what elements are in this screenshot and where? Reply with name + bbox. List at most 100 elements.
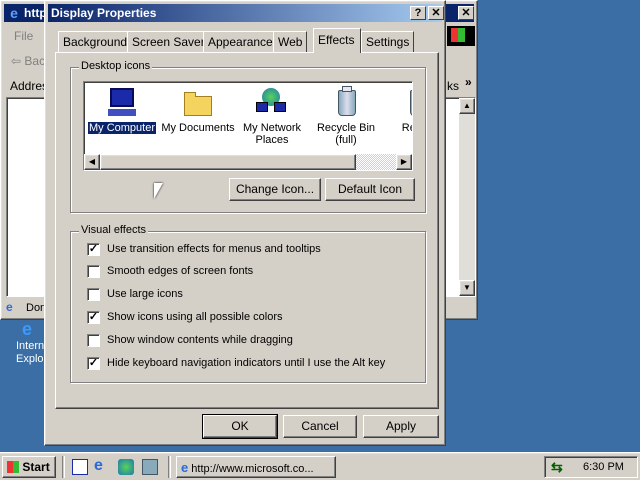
tab-web-label: Web (278, 35, 303, 49)
change-icon-button[interactable]: Change Icon... (229, 178, 321, 201)
checkbox[interactable] (87, 265, 100, 278)
ie-title-icon: e (10, 5, 18, 21)
icon-item-recycle-bin-full[interactable]: Recycle Bin (full) (308, 86, 384, 146)
mouse-cursor (154, 183, 163, 199)
icons-hscrollbar[interactable]: ◀ ▶ (84, 154, 412, 170)
apply-button[interactable]: Apply (363, 415, 439, 438)
visual-effect-label: Use transition effects for menus and too… (107, 243, 321, 255)
tab-settings-label: Settings (366, 35, 410, 49)
tab-screen-saver-label: Screen Saver (132, 35, 205, 49)
visual-effects-legend: Visual effects (79, 224, 149, 236)
icon-label-my-documents: My Documents (161, 122, 235, 134)
scroll-left-button[interactable]: ◀ (84, 154, 100, 170)
recycle-bin-full-icon (330, 86, 362, 118)
icon-item-my-documents[interactable]: My Documents (160, 86, 236, 134)
tab-effects[interactable]: Effects (313, 28, 361, 53)
windows-logo-icon (7, 461, 19, 473)
desktop-ie-label-1: Intern (16, 340, 45, 352)
outlook-express-icon[interactable] (142, 459, 158, 475)
scroll-down-button[interactable]: ▼ (459, 280, 475, 296)
network-tray-icon[interactable]: ⇆ (551, 459, 567, 475)
tab-web[interactable]: Web (273, 31, 308, 52)
icon-item-my-computer[interactable]: My Computer (84, 86, 160, 135)
tab-background-label: Background (63, 35, 128, 49)
checkbox[interactable]: ✓ (87, 311, 100, 324)
internet-explorer-icon[interactable]: e (94, 457, 110, 475)
task-divider (168, 456, 171, 478)
visual-effects-group: Visual effects ✓ Use transition effects f… (70, 224, 426, 383)
taskbar-ie-button[interactable]: e http://www.microsoft.co... (176, 456, 336, 478)
ie-status-icon: e (6, 300, 13, 314)
tab-appearance[interactable]: Appearance (203, 31, 278, 52)
network-icon (256, 86, 288, 118)
checkbox[interactable]: ✓ (87, 243, 100, 256)
tab-settings[interactable]: Settings (361, 31, 415, 52)
desktop-ie-icon[interactable]: e Intern Explo (14, 318, 44, 378)
checkbox[interactable]: ✓ (87, 357, 100, 370)
visual-effect-label: Use large icons (107, 288, 183, 300)
visual-effect-option[interactable]: Use large icons (87, 287, 387, 303)
checkbox[interactable] (87, 288, 100, 301)
visual-effect-option[interactable]: ✓ Use transition effects for menus and to… (87, 242, 387, 258)
ie-scrollbar[interactable]: ▲ ▼ (459, 98, 475, 296)
dialog-title: Display Properties (51, 6, 157, 20)
ie-menu-file[interactable]: File (14, 29, 33, 43)
icon-label-recycle-bin-full: Recycle Bin (full) (316, 122, 376, 146)
ok-button[interactable]: OK (202, 414, 278, 439)
ie-task-icon: e (181, 460, 189, 475)
quicklaunch-divider (62, 456, 65, 478)
system-tray: ⇆ 6:30 PM (544, 456, 638, 478)
start-button[interactable]: Start (2, 456, 56, 478)
dialog-title-bar[interactable]: Display Properties ? ✕ (48, 4, 444, 22)
windows-logo-icon (451, 28, 465, 42)
desktop-icons-group: Desktop icons My Computer My Documents M… (70, 60, 426, 213)
ie-back-label: Bac (24, 54, 46, 68)
effects-panel: Desktop icons My Computer My Documents M… (55, 52, 439, 409)
internet-explorer-icon: e (22, 319, 33, 339)
tab-background[interactable]: Background (58, 31, 133, 52)
computer-icon (106, 86, 138, 118)
chevron-right-icon[interactable]: » (465, 75, 472, 89)
tab-effects-label: Effects (318, 33, 355, 47)
help-button[interactable]: ? (410, 6, 426, 20)
desktop-icons-list[interactable]: My Computer My Documents My Network Plac… (83, 81, 413, 171)
ie-address-label: Addres (10, 79, 49, 93)
icon-item-recycle-bin-empty[interactable]: Rec (e (380, 86, 412, 134)
visual-effect-option[interactable]: ✓ Hide keyboard navigation indicators unt… (87, 356, 387, 372)
display-properties-dialog: Display Properties ? ✕ Background Screen… (44, 0, 446, 446)
icon-label-recycle-bin-empty: Rec (e (401, 122, 412, 134)
ie-back-button[interactable]: ⇦ Bac (11, 54, 45, 68)
desktop-ie-label-2: Explo (16, 353, 44, 365)
clock[interactable]: 6:30 PM (583, 461, 624, 473)
visual-effect-option[interactable]: Smooth edges of screen fonts (87, 264, 387, 280)
taskbar: Start e e http://www.microsoft.co... ⇆ 6… (0, 452, 640, 480)
recycle-bin-empty-icon (402, 86, 412, 118)
scroll-thumb[interactable] (100, 154, 356, 170)
desktop-icons-legend: Desktop icons (79, 60, 153, 72)
cancel-button[interactable]: Cancel (283, 415, 357, 438)
tab-appearance-label: Appearance (208, 35, 273, 49)
start-label: Start (22, 460, 50, 474)
visual-effect-label: Show window contents while dragging (107, 334, 293, 346)
channels-icon[interactable] (118, 459, 134, 475)
visual-effect-option[interactable]: Show window contents while dragging (87, 333, 387, 349)
visual-effect-label: Hide keyboard navigation indicators unti… (107, 357, 386, 369)
icon-label-my-computer: My Computer (86, 121, 158, 135)
icon-label-network-places: My Network Places (242, 122, 302, 146)
scroll-right-button[interactable]: ▶ (396, 154, 412, 170)
scroll-up-button[interactable]: ▲ (459, 98, 475, 114)
taskbar-ie-label: http://www.microsoft.co... (191, 463, 314, 475)
show-desktop-icon[interactable] (72, 459, 88, 475)
visual-effect-option[interactable]: ✓ Show icons using all possible colors (87, 310, 387, 326)
ie-close-button[interactable]: ✕ (458, 6, 474, 20)
folder-icon (182, 86, 214, 118)
checkbox[interactable] (87, 334, 100, 347)
back-arrow-icon: ⇦ (11, 54, 22, 68)
icon-item-network-places[interactable]: My Network Places (234, 86, 310, 146)
visual-effect-label: Show icons using all possible colors (107, 311, 283, 323)
close-button[interactable]: ✕ (428, 6, 444, 20)
default-icon-button[interactable]: Default Icon (325, 178, 415, 201)
tab-screen-saver[interactable]: Screen Saver (127, 31, 210, 52)
ie-links-label[interactable]: ks (447, 79, 459, 93)
visual-effect-label: Smooth edges of screen fonts (107, 265, 254, 277)
